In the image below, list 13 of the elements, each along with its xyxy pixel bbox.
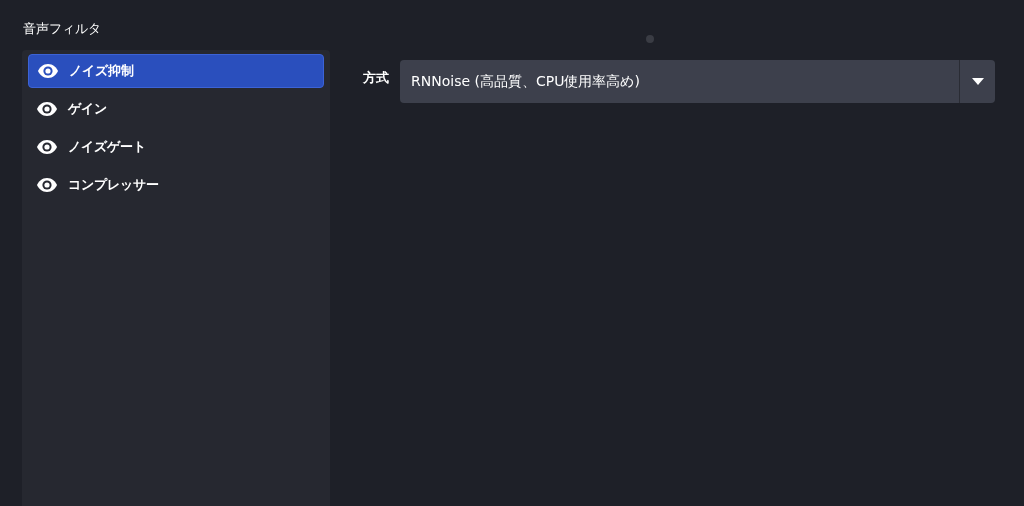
method-dropdown[interactable]: RNNoise (高品質、CPU使用率高め) xyxy=(400,60,995,103)
dot-icon xyxy=(646,35,654,43)
eye-icon[interactable] xyxy=(37,140,57,154)
eye-icon[interactable] xyxy=(37,102,57,116)
section-title: 音声フィルタ xyxy=(23,20,102,38)
filter-item[interactable]: コンプレッサー xyxy=(28,168,324,202)
eye-icon[interactable] xyxy=(37,178,57,192)
caret-icon xyxy=(972,78,984,85)
eye-icon[interactable] xyxy=(38,64,58,78)
filter-item[interactable]: ノイズ抑制 xyxy=(28,54,324,88)
filter-item[interactable]: ノイズゲート xyxy=(28,130,324,164)
method-label: 方式 xyxy=(363,69,390,87)
filter-item[interactable]: ゲイン xyxy=(28,92,324,126)
